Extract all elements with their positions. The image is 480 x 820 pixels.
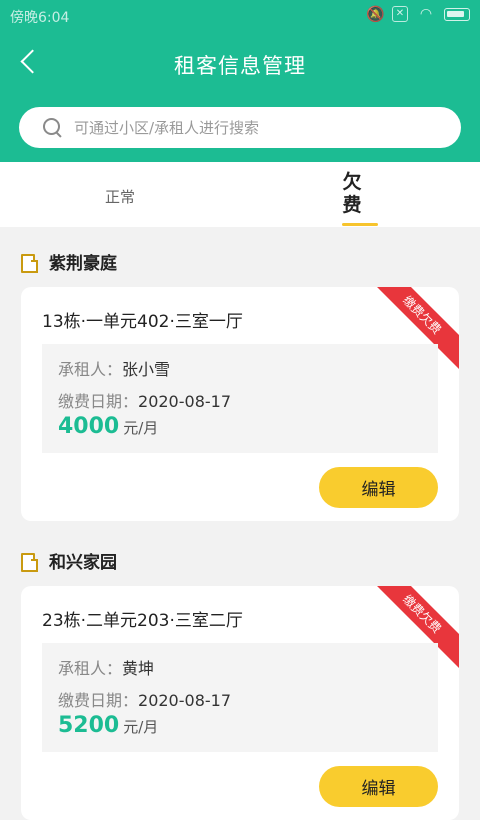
wifi-icon: ◠: [419, 6, 433, 22]
page-title: 租客信息管理: [174, 54, 306, 78]
community-name: 和兴家园: [49, 553, 117, 573]
rent-row: 4000 元/月: [58, 414, 158, 439]
status-bar: 傍晚6:04 🔕 ✕ ◠: [0, 0, 480, 32]
rent-row: 5200 元/月: [58, 713, 158, 738]
search-bar[interactable]: [19, 107, 461, 148]
unit-title: 23栋·二单元203·三室二厅: [42, 611, 243, 631]
battery-icon: [444, 7, 470, 21]
tab-owing-label: 欠费: [342, 171, 362, 216]
group-title: 紫荆豪庭: [20, 249, 117, 274]
tenant-info: 承租人：黄坤 缴费日期：2020-08-17 5200 元/月: [42, 643, 438, 752]
edit-button[interactable]: 编辑: [319, 467, 438, 508]
tab-owing[interactable]: 欠费: [322, 162, 382, 227]
tab-normal[interactable]: 正常: [60, 162, 180, 227]
payment-date-label: 缴费日期：: [58, 691, 139, 710]
app-header: 傍晚6:04 🔕 ✕ ◠ 租客信息管理: [0, 0, 480, 162]
group-title: 和兴家园: [20, 548, 117, 573]
status-time: 傍晚6:04: [10, 10, 70, 26]
tenant-label: 承租人：: [58, 360, 123, 379]
community-name: 紫荆豪庭: [49, 254, 117, 274]
search-icon: [43, 118, 63, 138]
mute-icon: 🔕: [366, 5, 385, 23]
status-icons: 🔕 ✕ ◠: [366, 6, 470, 22]
payment-date-row: 缴费日期：2020-08-17: [58, 388, 231, 412]
payment-date-row: 缴费日期：2020-08-17: [58, 687, 231, 711]
sim-icon: ✕: [392, 6, 408, 22]
tab-normal-label: 正常: [104, 188, 135, 206]
tenant-name: 黄坤: [122, 659, 155, 678]
tenant-card: 23栋·二单元203·三室二厅 缴费欠费 承租人：黄坤 缴费日期：2020-08…: [21, 586, 459, 820]
tenant-name: 张小雪: [122, 360, 171, 379]
payment-date-label: 缴费日期：: [58, 392, 139, 411]
payment-date: 2020-08-17: [138, 691, 231, 710]
building-icon: [20, 552, 38, 572]
tab-bar: 正常 欠费: [0, 162, 480, 227]
tenant-row: 承租人：张小雪: [58, 356, 170, 380]
building-icon: [20, 253, 38, 273]
rent-amount: 5200: [58, 713, 120, 738]
active-tab-indicator: [342, 223, 378, 226]
payment-date: 2020-08-17: [138, 392, 231, 411]
edit-button[interactable]: 编辑: [319, 766, 438, 807]
unit-title: 13栋·一单元402·三室一厅: [42, 312, 243, 332]
tenant-label: 承租人：: [58, 659, 123, 678]
tenant-card: 13栋·一单元402·三室一厅 缴费欠费 承租人：张小雪 缴费日期：2020-0…: [21, 287, 459, 521]
rent-unit: 元/月: [123, 718, 159, 736]
tenant-row: 承租人：黄坤: [58, 655, 154, 679]
rent-unit: 元/月: [123, 419, 159, 437]
search-input[interactable]: [74, 107, 444, 148]
rent-amount: 4000: [58, 414, 120, 439]
tenant-info: 承租人：张小雪 缴费日期：2020-08-17 4000 元/月: [42, 344, 438, 453]
